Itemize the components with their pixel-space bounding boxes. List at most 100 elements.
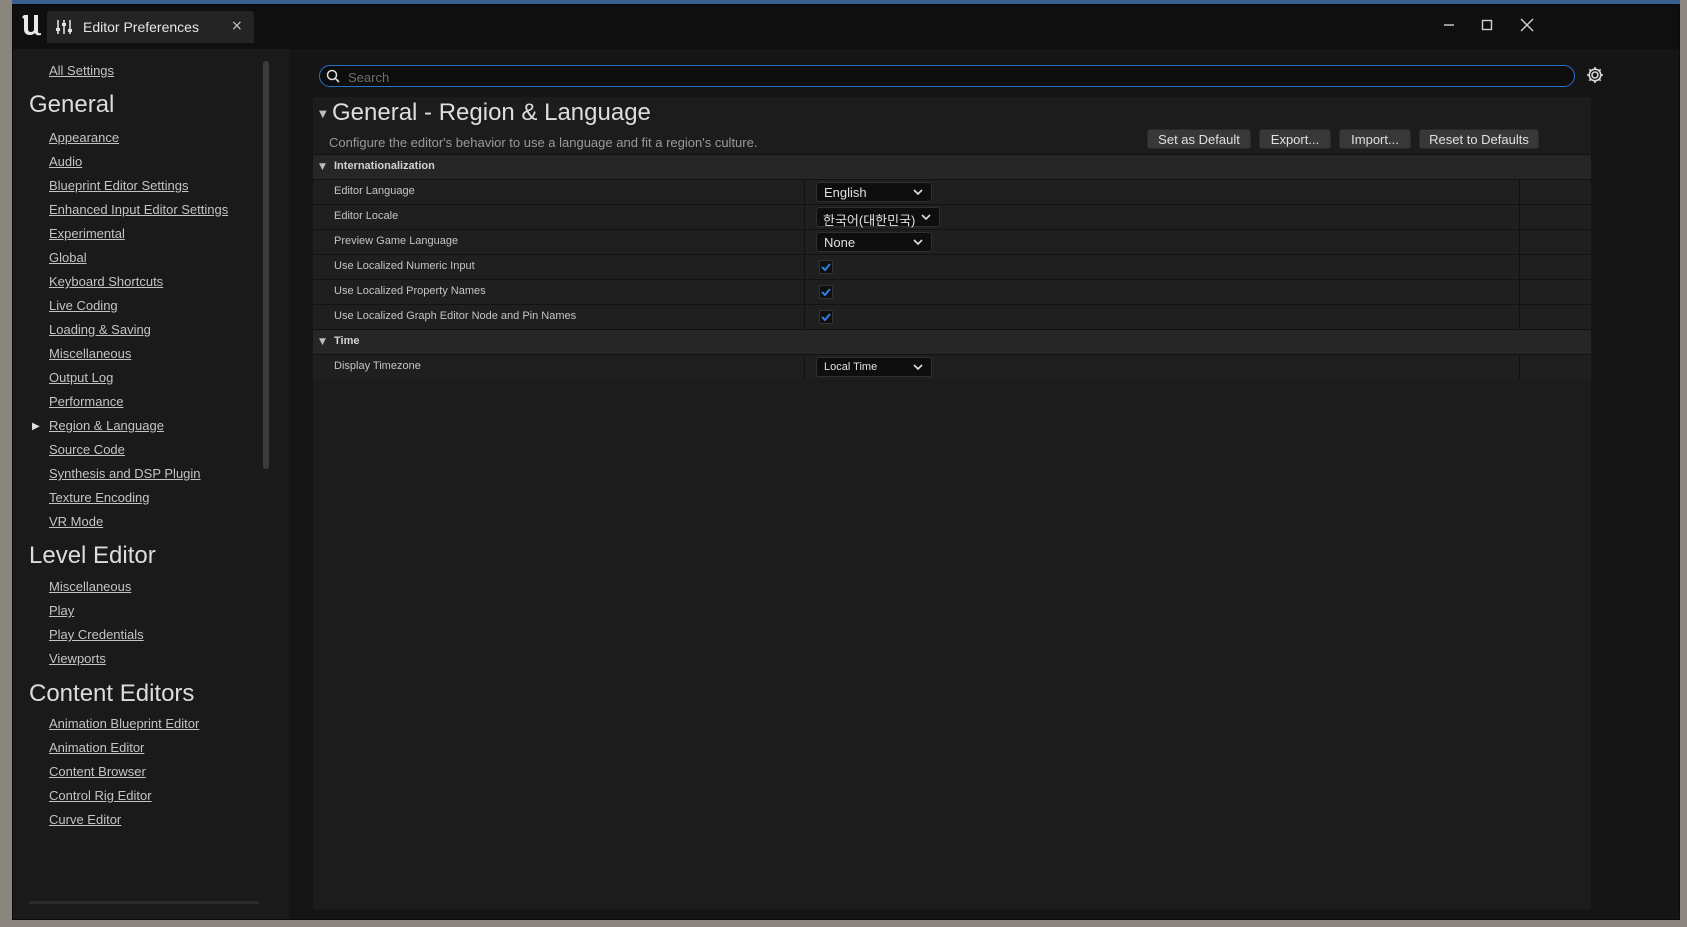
dropdown-value: English	[824, 185, 867, 200]
sidebar-heading-level-editor: Level Editor	[29, 542, 156, 569]
chevron-down-icon	[913, 239, 923, 246]
sidebar-item-global[interactable]: Global	[49, 250, 87, 265]
sidebar-item-play-credentials[interactable]: Play Credentials	[49, 627, 144, 642]
row-editor-language: Editor Language English	[313, 179, 1591, 204]
sidebar-all-settings-link[interactable]: All Settings	[49, 63, 114, 78]
gear-icon[interactable]	[1585, 65, 1605, 85]
row-preview-game-language: Preview Game Language None	[313, 229, 1591, 254]
row-divider	[1519, 355, 1520, 379]
search-icon	[326, 69, 340, 83]
row-divider	[804, 230, 805, 254]
chevron-down-icon	[913, 189, 923, 196]
display-timezone-dropdown[interactable]: Local Time	[816, 357, 932, 377]
checkmark-icon	[821, 263, 831, 272]
sidebar-item-blueprint-editor-settings[interactable]: Blueprint Editor Settings	[49, 178, 188, 193]
sidebar-fade	[29, 901, 259, 904]
set-as-default-button[interactable]: Set as Default	[1147, 129, 1251, 149]
tab-close-button[interactable]: ×	[231, 18, 243, 34]
triangle-down-icon: ▼	[319, 162, 326, 172]
sidebar-item-content-browser[interactable]: Content Browser	[49, 764, 146, 779]
checkmark-icon	[821, 288, 831, 297]
sidebar-item-performance[interactable]: Performance	[49, 394, 123, 409]
search-input[interactable]	[346, 67, 1550, 87]
row-editor-locale: Editor Locale 한국어(대한민국)	[313, 204, 1591, 229]
sidebar-item-play[interactable]: Play	[49, 603, 74, 618]
row-label: Editor Language	[334, 185, 415, 197]
use-localized-numeric-input-checkbox[interactable]	[819, 260, 833, 274]
triangle-right-icon: ▶	[32, 421, 40, 432]
category-internationalization[interactable]: ▼ Internationalization	[313, 154, 1591, 179]
row-divider	[1519, 255, 1520, 279]
export-button[interactable]: Export...	[1259, 129, 1331, 149]
sidebar-item-animation-editor[interactable]: Animation Editor	[49, 740, 144, 755]
row-use-localized-graph-editor-names: Use Localized Graph Editor Node and Pin …	[313, 304, 1591, 329]
chevron-down-icon	[913, 364, 923, 371]
editor-language-dropdown[interactable]: English	[816, 182, 932, 202]
preview-game-language-dropdown[interactable]: None	[816, 232, 932, 252]
dropdown-value: 한국어(대한민국)	[823, 213, 916, 228]
editor-preferences-window: Editor Preferences × All Settings Genera…	[12, 4, 1680, 920]
dropdown-value: Local Time	[824, 361, 878, 373]
minimize-button[interactable]	[1437, 13, 1461, 37]
sidebar-item-keyboard-shortcuts[interactable]: Keyboard Shortcuts	[49, 274, 163, 289]
sliders-icon	[56, 20, 72, 34]
sidebar-item-texture-encoding[interactable]: Texture Encoding	[49, 490, 149, 505]
row-label: Editor Locale	[334, 210, 399, 222]
row-divider	[1519, 205, 1520, 229]
sidebar-item-output-log[interactable]: Output Log	[49, 370, 113, 385]
editor-locale-dropdown[interactable]: 한국어(대한민국)	[816, 207, 940, 228]
sidebar-item-vr-mode[interactable]: VR Mode	[49, 514, 103, 529]
sidebar-item-enhanced-input-editor-settings[interactable]: Enhanced Input Editor Settings	[49, 202, 228, 217]
sidebar-heading-content-editors: Content Editors	[29, 680, 195, 707]
sidebar-item-region-language[interactable]: Region & Language	[49, 418, 164, 433]
editor-preferences-tab[interactable]: Editor Preferences ×	[47, 11, 254, 43]
category-time[interactable]: ▼ Time	[313, 329, 1591, 354]
close-window-button[interactable]	[1515, 13, 1539, 37]
reset-to-defaults-button[interactable]: Reset to Defaults	[1419, 129, 1539, 149]
row-divider	[804, 205, 805, 229]
sidebar-item-animation-blueprint-editor[interactable]: Animation Blueprint Editor	[49, 716, 199, 731]
background-scene-right	[1680, 0, 1687, 927]
use-localized-property-names-checkbox[interactable]	[819, 285, 833, 299]
search-box[interactable]	[319, 65, 1575, 87]
sidebar-item-miscellaneous[interactable]: Miscellaneous	[49, 346, 131, 361]
unreal-logo-icon	[22, 15, 41, 36]
sidebar-item-appearance[interactable]: Appearance	[49, 130, 119, 145]
use-localized-graph-editor-names-checkbox[interactable]	[819, 310, 833, 324]
section-title: General - Region & Language	[332, 99, 651, 126]
dropdown-value: None	[824, 235, 856, 250]
row-display-timezone: Display Timezone Local Time	[313, 354, 1591, 379]
sidebar-item-viewports[interactable]: Viewports	[49, 651, 106, 666]
import-button[interactable]: Import...	[1339, 129, 1411, 149]
sidebar-item-level-miscellaneous[interactable]: Miscellaneous	[49, 579, 131, 594]
sidebar-item-synthesis-dsp-plugin[interactable]: Synthesis and DSP Plugin	[49, 466, 201, 481]
background-scene-left	[0, 0, 12, 927]
section-description: Configure the editor's behavior to use a…	[329, 135, 758, 150]
triangle-down-icon[interactable]: ▼	[319, 109, 327, 120]
sidebar-item-curve-editor[interactable]: Curve Editor	[49, 812, 121, 827]
maximize-button[interactable]	[1475, 13, 1499, 37]
row-label: Preview Game Language	[334, 235, 459, 247]
sidebar-item-source-code[interactable]: Source Code	[49, 442, 125, 457]
settings-sidebar: All Settings General Appearance Audio Bl…	[13, 49, 289, 919]
sidebar-scrollbar[interactable]	[263, 61, 269, 469]
sidebar-item-loading-saving[interactable]: Loading & Saving	[49, 322, 151, 337]
chevron-down-icon	[921, 214, 931, 221]
sidebar-item-live-coding[interactable]: Live Coding	[49, 298, 118, 313]
row-use-localized-numeric-input: Use Localized Numeric Input	[313, 254, 1591, 279]
row-divider	[804, 355, 805, 379]
row-divider	[1519, 280, 1520, 304]
sidebar-item-audio[interactable]: Audio	[49, 154, 82, 169]
settings-panel: ▼ General - Region & Language Configure …	[313, 97, 1591, 909]
row-use-localized-property-names: Use Localized Property Names	[313, 279, 1591, 304]
row-divider	[804, 255, 805, 279]
row-label: Use Localized Graph Editor Node and Pin …	[334, 310, 577, 322]
sidebar-heading-general: General	[29, 91, 115, 118]
sidebar-item-experimental[interactable]: Experimental	[49, 226, 125, 241]
close-icon	[1520, 18, 1534, 32]
triangle-down-icon: ▼	[319, 337, 326, 347]
row-divider	[804, 180, 805, 204]
checkmark-icon	[821, 313, 831, 322]
maximize-icon	[1481, 19, 1493, 31]
sidebar-item-control-rig-editor[interactable]: Control Rig Editor	[49, 788, 152, 803]
